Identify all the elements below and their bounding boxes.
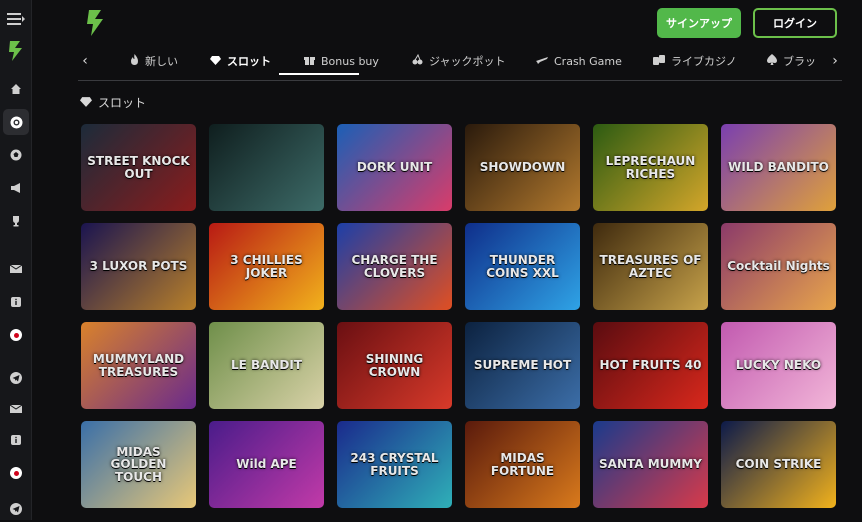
brand-logo-icon[interactable] — [86, 8, 106, 38]
game-tile[interactable]: TREASURES OF AZTEC — [593, 223, 708, 310]
tabs-next-arrow-icon[interactable]: › — [828, 51, 842, 71]
brand-logo-icon[interactable] — [3, 38, 29, 64]
tab-label: Crash Game — [554, 54, 622, 68]
game-title: LUCKY NEKO — [735, 358, 822, 373]
signup-button[interactable]: サインアップ — [657, 8, 741, 38]
game-tile[interactable]: HOT FRUITS 40 — [593, 322, 708, 409]
game-tile[interactable]: LE BANDIT — [209, 322, 324, 409]
game-tile[interactable]: DORK UNIT — [337, 124, 452, 211]
tab-blackjack[interactable]: ブラッ — [767, 50, 816, 72]
tab-label: ライブカジノ — [671, 55, 737, 68]
login-button[interactable]: ログイン — [753, 8, 837, 38]
game-tile[interactable]: THUNDER COINS XXL — [465, 223, 580, 310]
game-title: CHARGE THE CLOVERS — [351, 252, 438, 280]
game-tile[interactable]: 3 CHILLIES JOKER — [209, 223, 324, 310]
gift-icon — [304, 54, 315, 68]
japan-flag-icon[interactable] — [3, 322, 29, 348]
home-icon[interactable] — [3, 76, 29, 102]
game-title: MIDAS GOLDEN TOUCH — [110, 444, 167, 484]
plane-icon — [536, 55, 548, 68]
tab-slots[interactable]: スロット — [210, 50, 271, 72]
game-tile[interactable]: CHARGE THE CLOVERS — [337, 223, 452, 310]
section-title-text: スロット — [98, 96, 147, 110]
spade-icon — [767, 54, 777, 68]
game-title: Wild APE — [236, 457, 297, 472]
game-tile[interactable]: 243 CRYSTAL FRUITS — [337, 421, 452, 508]
tab-label: ジャックポット — [429, 55, 506, 68]
game-tile[interactable]: MIDAS FORTUNE — [465, 421, 580, 508]
telegram-icon[interactable] — [3, 365, 29, 391]
game-tile[interactable]: SUPREME HOT — [465, 322, 580, 409]
game-title: STREET KNOCK OUT — [87, 153, 190, 181]
tab-label: ブラッ — [783, 55, 816, 68]
game-title: TREASURES OF AZTEC — [599, 252, 702, 280]
game-tile[interactable]: Cocktail Nights — [721, 223, 836, 310]
game-tile[interactable]: STREET KNOCK OUT — [81, 124, 196, 211]
game-tile[interactable]: Wild APE — [209, 421, 324, 508]
info-icon[interactable] — [3, 427, 29, 453]
game-title: DORK UNIT — [356, 160, 433, 175]
casino-chip-icon[interactable] — [3, 109, 29, 135]
game-title: SANTA MUMMY — [599, 457, 702, 472]
game-title: 243 CRYSTAL FRUITS — [350, 450, 439, 478]
envelope-icon[interactable] — [3, 396, 29, 422]
tab-jackpot[interactable]: ジャックポット — [412, 50, 505, 72]
game-title: Cocktail Nights — [727, 259, 830, 274]
sports-ball-icon[interactable] — [3, 142, 29, 168]
game-title: LEPRECHAUN RICHES — [605, 153, 696, 181]
game-tile[interactable]: SANTA MUMMY — [593, 421, 708, 508]
game-title: HOT FRUITS 40 — [599, 358, 702, 373]
tabs-prev-arrow-icon[interactable]: ‹ — [78, 51, 92, 71]
tab-label: スロット — [227, 55, 271, 68]
tab-bonus-buy[interactable]: Bonus buy — [304, 50, 379, 72]
diamond-icon — [210, 55, 221, 68]
game-tile[interactable]: MUMMYLAND TREASURES — [81, 322, 196, 409]
tab-label: 新しい — [145, 55, 178, 68]
game-tile[interactable]: LEPRECHAUN RICHES — [593, 124, 708, 211]
game-tile[interactable]: COIN STRIKE — [721, 421, 836, 508]
game-tile[interactable] — [209, 124, 324, 211]
game-tile[interactable]: 3 LUXOR POTS — [81, 223, 196, 310]
flame-icon — [130, 54, 139, 68]
cards-icon — [653, 54, 665, 68]
cherries-icon — [412, 53, 423, 68]
game-title: THUNDER COINS XXL — [486, 252, 559, 280]
game-tile[interactable]: LUCKY NEKO — [721, 322, 836, 409]
telegram-icon[interactable] — [3, 496, 29, 522]
collapse-menu-icon[interactable] — [3, 6, 29, 32]
game-tile[interactable]: SHOWDOWN — [465, 124, 580, 211]
tab-new[interactable]: 新しい — [130, 50, 178, 72]
game-title: MIDAS FORTUNE — [490, 450, 555, 478]
active-tab-indicator — [279, 73, 359, 75]
game-title: SHINING CROWN — [365, 351, 424, 379]
sidebar — [0, 0, 32, 520]
game-title: LE BANDIT — [230, 358, 303, 373]
game-tile[interactable]: WILD BANDITO — [721, 124, 836, 211]
info-icon[interactable] — [3, 289, 29, 315]
category-tabs: ‹ 新しい スロット Bonus buy ジャックポット Crash Game … — [78, 44, 842, 81]
tabs-scroll: 新しい スロット Bonus buy ジャックポット Crash Game ライ… — [92, 44, 828, 81]
game-title: 3 LUXOR POTS — [89, 259, 188, 274]
game-tile[interactable]: MIDAS GOLDEN TOUCH — [81, 421, 196, 508]
envelope-icon[interactable] — [3, 256, 29, 282]
diamond-icon — [80, 96, 92, 110]
section-title: スロット — [80, 94, 146, 111]
trophy-icon[interactable] — [3, 208, 29, 234]
tab-crash-game[interactable]: Crash Game — [536, 50, 622, 72]
game-title: MUMMYLAND TREASURES — [92, 351, 185, 379]
tab-live-casino[interactable]: ライブカジノ — [653, 50, 737, 72]
game-title: SHOWDOWN — [479, 160, 566, 175]
game-title: SUPREME HOT — [473, 358, 572, 373]
game-title: COIN STRIKE — [735, 457, 822, 472]
game-tile[interactable]: SHINING CROWN — [337, 322, 452, 409]
game-title: 3 CHILLIES JOKER — [230, 252, 303, 280]
megaphone-icon[interactable] — [3, 175, 29, 201]
japan-flag-icon[interactable] — [3, 460, 29, 486]
tab-label: Bonus buy — [321, 54, 379, 68]
game-title: WILD BANDITO — [728, 160, 829, 175]
